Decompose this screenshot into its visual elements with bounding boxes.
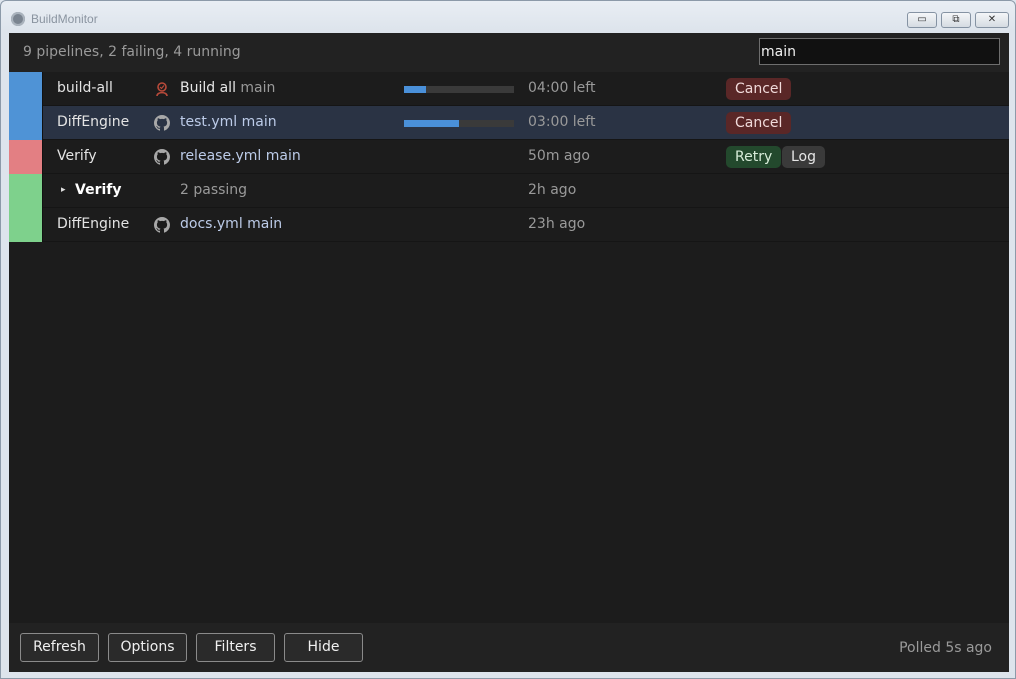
pipeline-name: DiffEngine: [57, 216, 130, 232]
pipeline-list: build-all Build all main 04:00 left Canc…: [9, 72, 1009, 242]
workflow-label[interactable]: release.yml main: [180, 148, 301, 164]
workflow-label[interactable]: test.yml main: [180, 114, 277, 130]
person-icon: [156, 82, 168, 97]
app-icon: [11, 12, 25, 26]
time-remaining: 03:00 left: [528, 114, 596, 130]
pipeline-row[interactable]: Verify release.yml main 50m ago Retry Lo…: [9, 140, 1009, 174]
cancel-button[interactable]: Cancel: [726, 112, 792, 134]
pipeline-summary: 9 pipelines, 2 failing, 4 running: [23, 44, 241, 60]
branch-name: main: [241, 114, 277, 130]
status-indicator-running: [9, 106, 43, 140]
pipeline-row[interactable]: DiffEngine docs.yml main 23h ago: [9, 208, 1009, 242]
log-button[interactable]: Log: [782, 146, 826, 168]
close-button[interactable]: ✕: [975, 12, 1009, 28]
pipeline-row-selected[interactable]: DiffEngine test.yml main 03:00 left Canc…: [9, 106, 1009, 140]
hide-button[interactable]: Hide: [284, 633, 363, 662]
progress-fill: [404, 120, 459, 127]
refresh-button[interactable]: Refresh: [20, 633, 99, 662]
workflow-label[interactable]: docs.yml main: [180, 216, 282, 232]
footer-bar: Refresh Options Filters Hide Polled 5s a…: [9, 623, 1009, 672]
search-input[interactable]: [759, 38, 1000, 65]
branch-name: main: [247, 216, 283, 232]
status-indicator-running: [9, 72, 43, 106]
options-button[interactable]: Options: [108, 633, 187, 662]
workflow-name: test.yml: [180, 114, 238, 130]
minimize-button[interactable]: ▭: [907, 12, 937, 28]
branch-name: main: [265, 148, 301, 164]
pipeline-group-row[interactable]: ▸ Verify 2 passing 2h ago: [9, 174, 1009, 208]
pipeline-name: Verify: [57, 148, 97, 164]
workflow-name: Build all: [180, 80, 236, 96]
filters-button[interactable]: Filters: [196, 633, 275, 662]
pipeline-name: DiffEngine: [57, 114, 130, 130]
branch-name: main: [240, 80, 276, 96]
github-icon: [154, 149, 170, 165]
progress-bar: [404, 120, 514, 127]
expand-arrow-icon[interactable]: ▸: [61, 185, 66, 195]
time-ago: 50m ago: [528, 148, 590, 164]
app-window: BuildMonitor ▭ ⧉ ✕ 9 pipelines, 2 failin…: [0, 0, 1016, 679]
group-summary: 2 passing: [180, 182, 248, 198]
client-area: 9 pipelines, 2 failing, 4 running build-…: [9, 33, 1009, 672]
cancel-button[interactable]: Cancel: [726, 78, 792, 100]
workflow-label[interactable]: Build all main: [180, 80, 275, 96]
status-indicator-passed: [9, 174, 43, 208]
top-bar: 9 pipelines, 2 failing, 4 running: [9, 33, 1009, 72]
workflow-name: docs.yml: [180, 216, 243, 232]
time-ago: 2h ago: [528, 182, 577, 198]
time-ago: 23h ago: [528, 216, 586, 232]
time-remaining: 04:00 left: [528, 80, 596, 96]
progress-fill: [404, 86, 426, 93]
retry-button[interactable]: Retry: [726, 146, 782, 168]
status-indicator-passed: [9, 208, 43, 242]
pipeline-name: build-all: [57, 80, 113, 96]
title-bar[interactable]: BuildMonitor ▭ ⧉ ✕: [1, 1, 1015, 33]
github-icon: [154, 217, 170, 233]
workflow-name: release.yml: [180, 148, 262, 164]
progress-bar: [404, 86, 514, 93]
maximize-button[interactable]: ⧉: [941, 12, 971, 28]
polled-status: Polled 5s ago: [899, 640, 992, 656]
github-icon: [154, 115, 170, 131]
group-name: Verify: [75, 182, 122, 198]
pipeline-row[interactable]: build-all Build all main 04:00 left Canc…: [9, 72, 1009, 106]
window-title: BuildMonitor: [31, 12, 98, 26]
status-indicator-failed: [9, 140, 43, 174]
